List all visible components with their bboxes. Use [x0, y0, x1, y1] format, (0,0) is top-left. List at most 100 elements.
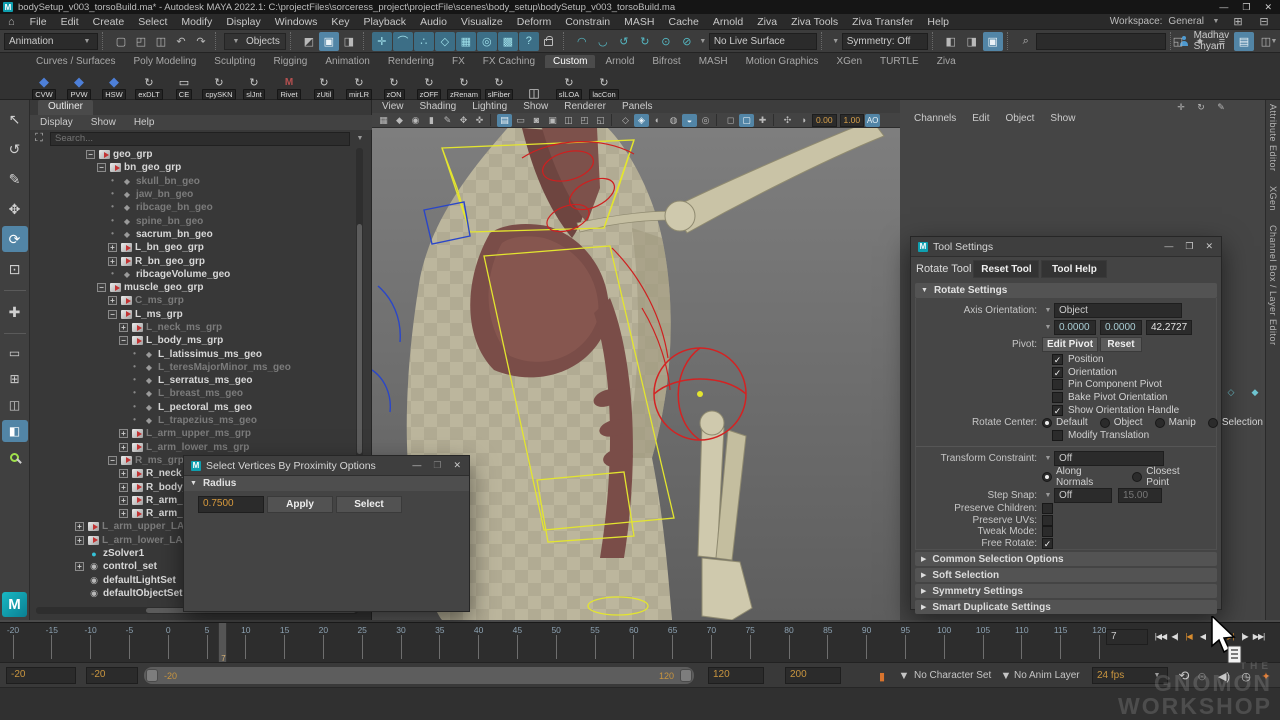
- select-tool[interactable]: ↖: [2, 106, 28, 132]
- select-camera-icon[interactable]: ▦: [376, 114, 391, 127]
- shelf-item-mirlr[interactable]: ↻mirLR: [343, 75, 375, 100]
- use-default-material-icon[interactable]: ◍: [666, 114, 681, 127]
- selection-mode-combo[interactable]: Objects: [224, 33, 286, 50]
- save-scene-icon[interactable]: ◫: [151, 32, 171, 51]
- shelf-tab-ziva[interactable]: Ziva: [929, 55, 964, 68]
- rotate-x-field[interactable]: 0.0000: [1054, 320, 1096, 335]
- panel-layout-icon[interactable]: ⊟: [1254, 12, 1274, 31]
- undo-icon[interactable]: ↶: [171, 32, 191, 51]
- lock-icon[interactable]: [539, 32, 559, 51]
- outliner-item-l-breast-ms-geo[interactable]: •◆L_breast_ms_geo: [30, 387, 360, 400]
- collapse-icon[interactable]: −: [119, 336, 128, 345]
- construction-history-icon[interactable]: ⊙: [656, 32, 676, 51]
- gamma-icon[interactable]: ◑: [796, 114, 811, 127]
- play-forwards-button[interactable]: ▶: [1210, 627, 1223, 645]
- channel-sliders-icon[interactable]: ≡: [1212, 32, 1232, 51]
- shelf-tab-sculpting[interactable]: Sculpting: [206, 55, 263, 68]
- chevron-down-icon[interactable]: [998, 668, 1014, 684]
- unchecked-checkbox[interactable]: [1042, 526, 1053, 537]
- menu-key[interactable]: Key: [324, 16, 356, 28]
- snap-view-plane-icon[interactable]: ▦: [456, 32, 476, 51]
- redo-icon[interactable]: ↷: [191, 32, 211, 51]
- collapse-icon[interactable]: −: [97, 163, 106, 172]
- channel-box-menu-object[interactable]: Object: [1006, 113, 1035, 124]
- display-layers-icon[interactable]: ◫: [1256, 32, 1276, 51]
- outliner-item-l-arm-upper-ms-grp[interactable]: +L_arm_upper_ms_grp: [30, 427, 360, 440]
- output-connections-icon[interactable]: ◡: [593, 32, 613, 51]
- live-surface-field[interactable]: No Live Surface: [709, 33, 817, 50]
- expand-icon[interactable]: +: [119, 509, 128, 518]
- radio-closest-point[interactable]: Closest Point: [1132, 466, 1204, 488]
- viewport-menu-renderer[interactable]: Renderer: [564, 101, 606, 112]
- shelf-item-zutil[interactable]: ↻zUtil: [308, 75, 340, 100]
- select-button[interactable]: Select: [336, 496, 402, 513]
- shelf-tab-arnold[interactable]: Arnold: [597, 55, 642, 68]
- menu-visualize[interactable]: Visualize: [454, 16, 510, 28]
- menu-set-selector[interactable]: Animation: [4, 33, 98, 50]
- outliner-menu-show[interactable]: Show: [91, 117, 116, 128]
- snap-help-icon[interactable]: ?: [519, 32, 539, 51]
- expand-icon[interactable]: +: [108, 257, 117, 266]
- menu-help[interactable]: Help: [920, 16, 956, 28]
- shelf-item-pvw[interactable]: ◆PVW: [63, 75, 95, 100]
- zoom-tool[interactable]: [2, 446, 28, 468]
- close-icon[interactable]: ✕: [1205, 241, 1213, 252]
- tweak-tool[interactable]: ✚: [2, 299, 28, 325]
- outliner-item-l-trapezius-ms-geo[interactable]: •◆L_trapezius_ms_geo: [30, 414, 360, 427]
- expand-icon[interactable]: +: [75, 522, 84, 531]
- chevron-down-icon[interactable]: [354, 135, 366, 142]
- textured-icon[interactable]: ◐: [650, 114, 665, 127]
- shelf-item-clapper[interactable]: ◫: [518, 86, 550, 100]
- expand-icon[interactable]: +: [108, 296, 117, 305]
- menu-mash[interactable]: MASH: [617, 16, 661, 28]
- shadows-icon[interactable]: ◒: [682, 114, 697, 127]
- menu-display[interactable]: Display: [219, 16, 267, 28]
- search-input[interactable]: [50, 132, 350, 146]
- radio-manip[interactable]: Manip: [1155, 417, 1196, 428]
- film-gate-icon[interactable]: ▭: [513, 114, 528, 127]
- chevron-down-icon[interactable]: [1042, 455, 1054, 462]
- outliner-item-l-ms-grp[interactable]: −L_ms_grp: [30, 308, 360, 321]
- paint-select-tool[interactable]: ✎: [2, 166, 28, 192]
- section-common-selection-options[interactable]: ▶Common Selection Options: [915, 552, 1217, 566]
- expand-icon[interactable]: +: [75, 562, 84, 571]
- checked-checkbox[interactable]: [1052, 367, 1063, 378]
- shelf-item-zon[interactable]: ↻zON: [378, 75, 410, 100]
- outliner-menu-display[interactable]: Display: [40, 117, 73, 128]
- gate-mask-icon[interactable]: ▣: [545, 114, 560, 127]
- xray-icon[interactable]: ▢: [739, 114, 754, 127]
- range-start-handle[interactable]: [146, 669, 158, 682]
- animation-start-field[interactable]: -20: [6, 667, 76, 684]
- go-to-start-button[interactable]: |◀◀: [1154, 627, 1167, 645]
- maximize-icon[interactable]: ❒: [433, 460, 441, 471]
- side-tab-xgen[interactable]: XGen: [1268, 186, 1278, 211]
- outliner-item-geo-grp[interactable]: −geo_grp: [30, 148, 360, 161]
- grid-icon[interactable]: ▤: [497, 114, 512, 127]
- layout-four-pane[interactable]: ⊞: [2, 368, 28, 390]
- rotate-z-field[interactable]: 42.2727: [1146, 320, 1192, 335]
- menu-deform[interactable]: Deform: [510, 16, 558, 28]
- shelf-item-laccon[interactable]: ↻lacCon: [588, 75, 620, 100]
- safe-action-icon[interactable]: ◰: [577, 114, 592, 127]
- shelf-tab-rigging[interactable]: Rigging: [265, 55, 315, 68]
- shelf-tab-turtle[interactable]: TURTLE: [872, 55, 927, 68]
- outliner-item-ribcage-bn-geo[interactable]: •◆ribcage_bn_geo: [30, 201, 360, 214]
- select-component-icon[interactable]: ◨: [339, 32, 359, 51]
- shelf-tab-curves-surfaces[interactable]: Curves / Surfaces: [28, 55, 123, 68]
- snap-curve-icon[interactable]: ⌒: [393, 32, 413, 51]
- shelf-item-slloa[interactable]: ↻slLOA: [553, 75, 585, 100]
- current-frame-field[interactable]: 7: [1106, 629, 1148, 645]
- outliner-item-l-pectoral-ms-geo[interactable]: •◆L_pectoral_ms_geo: [30, 401, 360, 414]
- playback-start-field[interactable]: -20: [86, 667, 138, 684]
- menu-ziva-transfer[interactable]: Ziva Transfer: [845, 16, 920, 28]
- minimize-icon[interactable]: —: [1164, 241, 1173, 252]
- shelf-tab-custom[interactable]: Custom: [545, 55, 595, 68]
- shelf-tab-animation[interactable]: Animation: [317, 55, 377, 68]
- screen-space-ao-icon[interactable]: ◎: [698, 114, 713, 127]
- outliner-item-l-latissimus-ms-geo[interactable]: •◆L_latissimus_ms_geo: [30, 347, 360, 360]
- menu-select[interactable]: Select: [131, 16, 174, 28]
- step-back-frame-button[interactable]: ◀|: [1168, 627, 1181, 645]
- collapse-icon[interactable]: −: [108, 456, 117, 465]
- tool-help-button[interactable]: Tool Help: [1041, 260, 1107, 278]
- outliner-menu-help[interactable]: Help: [134, 117, 155, 128]
